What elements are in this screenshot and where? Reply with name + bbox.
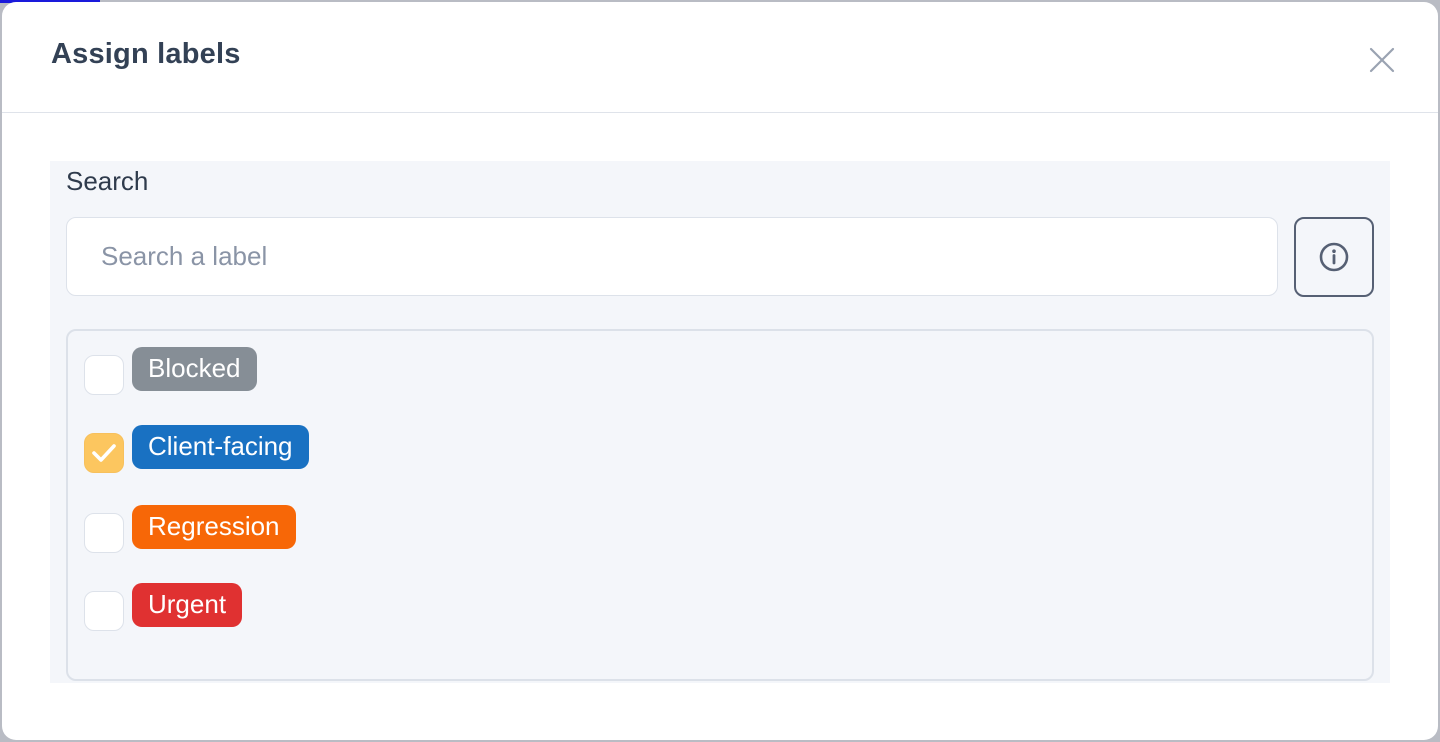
modal-title: Assign labels xyxy=(51,38,241,70)
label-row-urgent: Urgent xyxy=(84,583,243,631)
label-tag-blocked[interactable]: Blocked xyxy=(132,347,257,391)
label-tag-urgent[interactable]: Urgent xyxy=(132,583,243,627)
search-panel: Search Blocked xyxy=(50,161,1390,683)
label-checkbox-client-facing[interactable] xyxy=(84,433,124,473)
close-button[interactable] xyxy=(1364,42,1400,78)
modal-body: Search Blocked xyxy=(2,113,1438,739)
info-button[interactable] xyxy=(1294,217,1374,297)
label-row-blocked: Blocked xyxy=(84,347,257,395)
assign-labels-modal: Assign labels Search Blocked xyxy=(2,2,1438,740)
close-icon xyxy=(1369,47,1395,73)
checkmark-icon xyxy=(92,444,116,462)
labels-list: Blocked Client-facing Regression Urgent xyxy=(66,329,1374,681)
search-input[interactable] xyxy=(66,217,1278,296)
label-row-client-facing: Client-facing xyxy=(84,425,309,473)
info-circle-icon xyxy=(1319,242,1349,272)
search-label: Search xyxy=(66,166,149,196)
label-tag-client-facing[interactable]: Client-facing xyxy=(132,425,309,469)
modal-header: Assign labels xyxy=(2,2,1438,113)
label-checkbox-urgent[interactable] xyxy=(84,591,124,631)
label-checkbox-regression[interactable] xyxy=(84,513,124,553)
label-checkbox-blocked[interactable] xyxy=(84,355,124,395)
label-row-regression: Regression xyxy=(84,505,296,553)
label-tag-regression[interactable]: Regression xyxy=(132,505,296,549)
